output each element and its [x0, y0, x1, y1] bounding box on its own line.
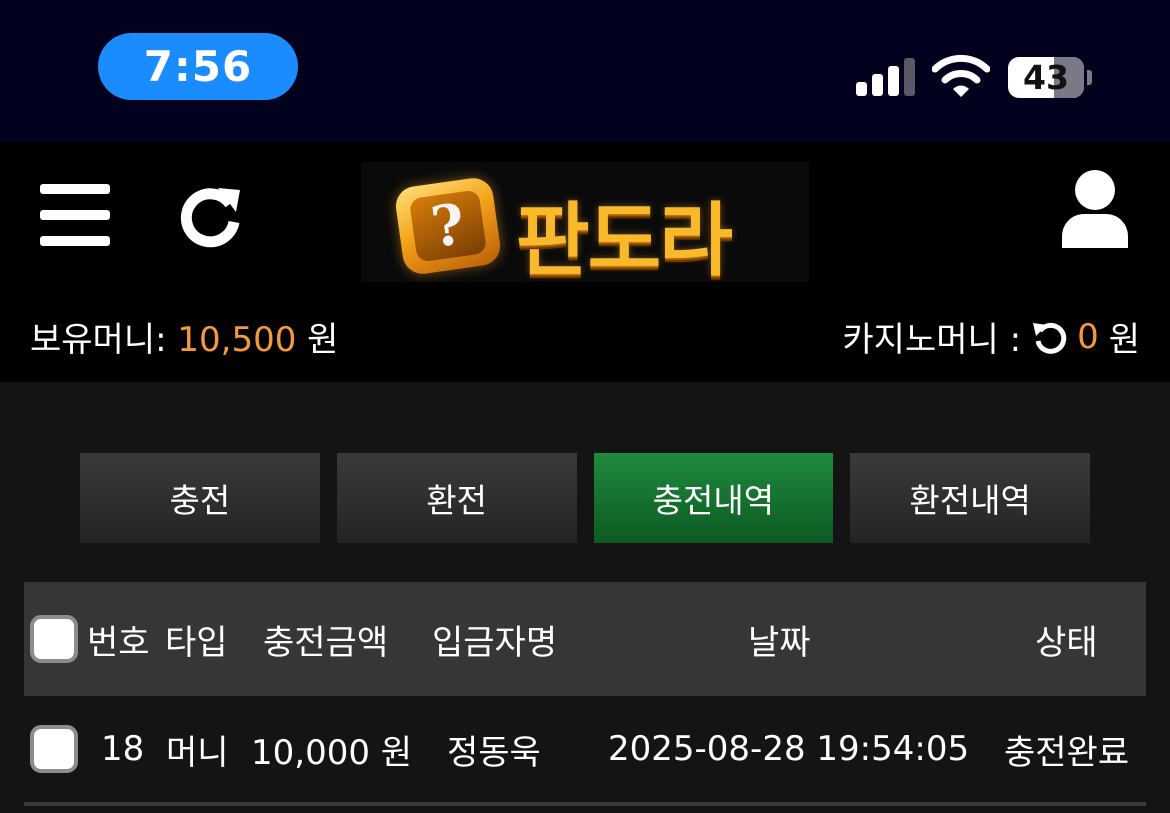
tab-exchange-history[interactable]: 환전내역: [850, 453, 1090, 543]
battery-tip: [1087, 70, 1092, 85]
row-date: 2025-08-28 19:54:05: [608, 729, 970, 769]
refresh-icon[interactable]: [178, 182, 244, 248]
balance-unit: 원: [307, 320, 339, 360]
battery-level: 43: [1023, 58, 1069, 97]
logo-question-box-icon: ?: [393, 175, 503, 277]
header-status: 상태: [1035, 622, 1098, 663]
battery-icon: 43: [1008, 57, 1084, 98]
balance-amount: 10,500: [177, 320, 297, 360]
casino-label: 카지노머니 :: [842, 320, 1022, 360]
tab-charge-history[interactable]: 충전내역: [593, 453, 834, 543]
row-status: 충전완료: [1004, 732, 1130, 773]
header-date: 날짜: [748, 622, 811, 663]
status-time: 7:56: [98, 33, 298, 100]
balance-label: 보유머니:: [30, 320, 167, 360]
hamburger-menu-icon[interactable]: [40, 184, 110, 246]
casino-unit: 원: [1108, 320, 1140, 360]
row-type: 머니: [166, 732, 229, 773]
logo-text: 판도라: [516, 194, 733, 287]
signal-icon: [856, 58, 916, 96]
header-amount: 충전금액: [263, 622, 389, 663]
header-depositor: 입금자명: [432, 622, 558, 663]
wifi-icon: [932, 54, 990, 97]
table-row: 18 머니 10,000 원 정동욱 2025-08-28 19:54:05 충…: [24, 696, 1146, 806]
header-number: 번호: [87, 622, 150, 663]
table-header: 번호 타입 충전금액 입금자명 날짜 상태: [24, 582, 1146, 696]
user-icon[interactable]: [1060, 170, 1130, 248]
casino-refresh-icon[interactable]: [1031, 319, 1067, 355]
brand-logo[interactable]: ? 판도라: [361, 162, 809, 287]
row-depositor: 정동욱: [447, 732, 541, 773]
row-checkbox[interactable]: [30, 725, 78, 773]
tab-bar: 충전 환전 충전내역 환전내역: [80, 453, 1090, 543]
tab-charge[interactable]: 충전: [80, 453, 320, 543]
row-amount: 10,000 원: [251, 732, 413, 773]
casino-balance-display: 카지노머니 : 0 원: [842, 312, 1140, 361]
balance-display: 보유머니: 10,500 원: [30, 312, 338, 361]
select-all-checkbox[interactable]: [30, 615, 78, 663]
row-number: 18: [101, 729, 145, 769]
casino-amount: 0: [1077, 316, 1099, 357]
header-type: 타입: [165, 622, 228, 663]
tab-exchange[interactable]: 환전: [336, 453, 577, 543]
status-bar: 7:56 43: [0, 0, 1170, 142]
app-header: ? 판도라 보유머니: 10,500 원 카지노머니 : 0 원: [0, 142, 1170, 382]
